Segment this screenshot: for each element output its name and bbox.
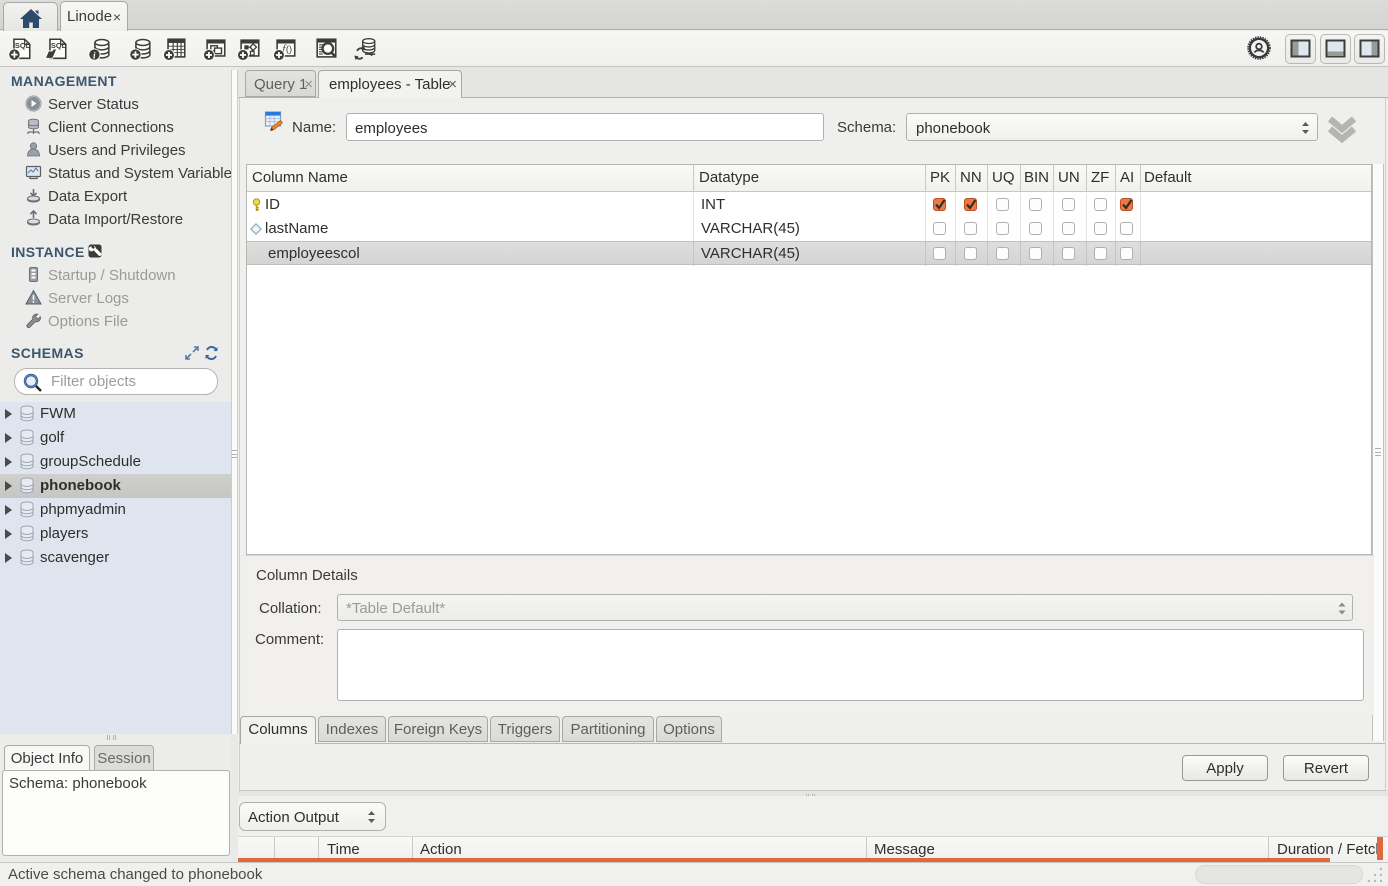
svg-text:i: i — [93, 51, 96, 61]
svg-text:SQL: SQL — [15, 41, 31, 50]
svg-text:(): () — [286, 44, 292, 54]
